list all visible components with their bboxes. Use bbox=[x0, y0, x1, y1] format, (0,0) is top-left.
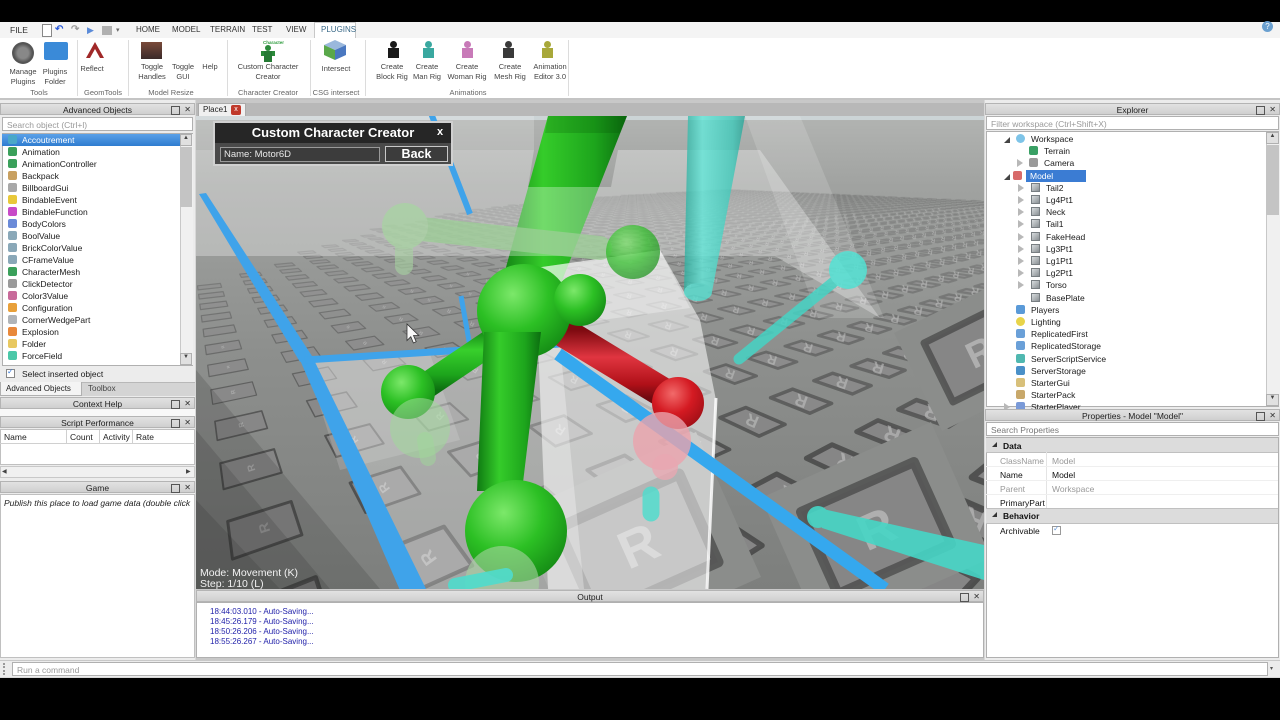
svg-text:R: R bbox=[891, 215, 894, 220]
svg-text:R: R bbox=[940, 244, 946, 251]
svg-text:R: R bbox=[914, 249, 920, 257]
svg-text:R: R bbox=[866, 248, 872, 256]
svg-text:R: R bbox=[901, 252, 907, 260]
svg-text:R: R bbox=[915, 212, 918, 217]
svg-text:R: R bbox=[927, 247, 933, 255]
svg-text:R: R bbox=[886, 220, 889, 225]
svg-text:R: R bbox=[874, 217, 877, 222]
svg-text:R: R bbox=[845, 220, 848, 225]
svg-text:Step: 1/10 (L): Step: 1/10 (L) bbox=[200, 578, 264, 589]
svg-text:R: R bbox=[886, 255, 892, 263]
svg-text:R: R bbox=[864, 218, 867, 223]
svg-text:R: R bbox=[882, 216, 885, 221]
svg-text:R: R bbox=[907, 213, 910, 218]
svg-text:R: R bbox=[871, 213, 874, 218]
svg-text:R: R bbox=[877, 221, 880, 226]
svg-text:R: R bbox=[899, 214, 902, 219]
svg-text:R: R bbox=[895, 219, 898, 224]
svg-text:R: R bbox=[870, 258, 876, 266]
